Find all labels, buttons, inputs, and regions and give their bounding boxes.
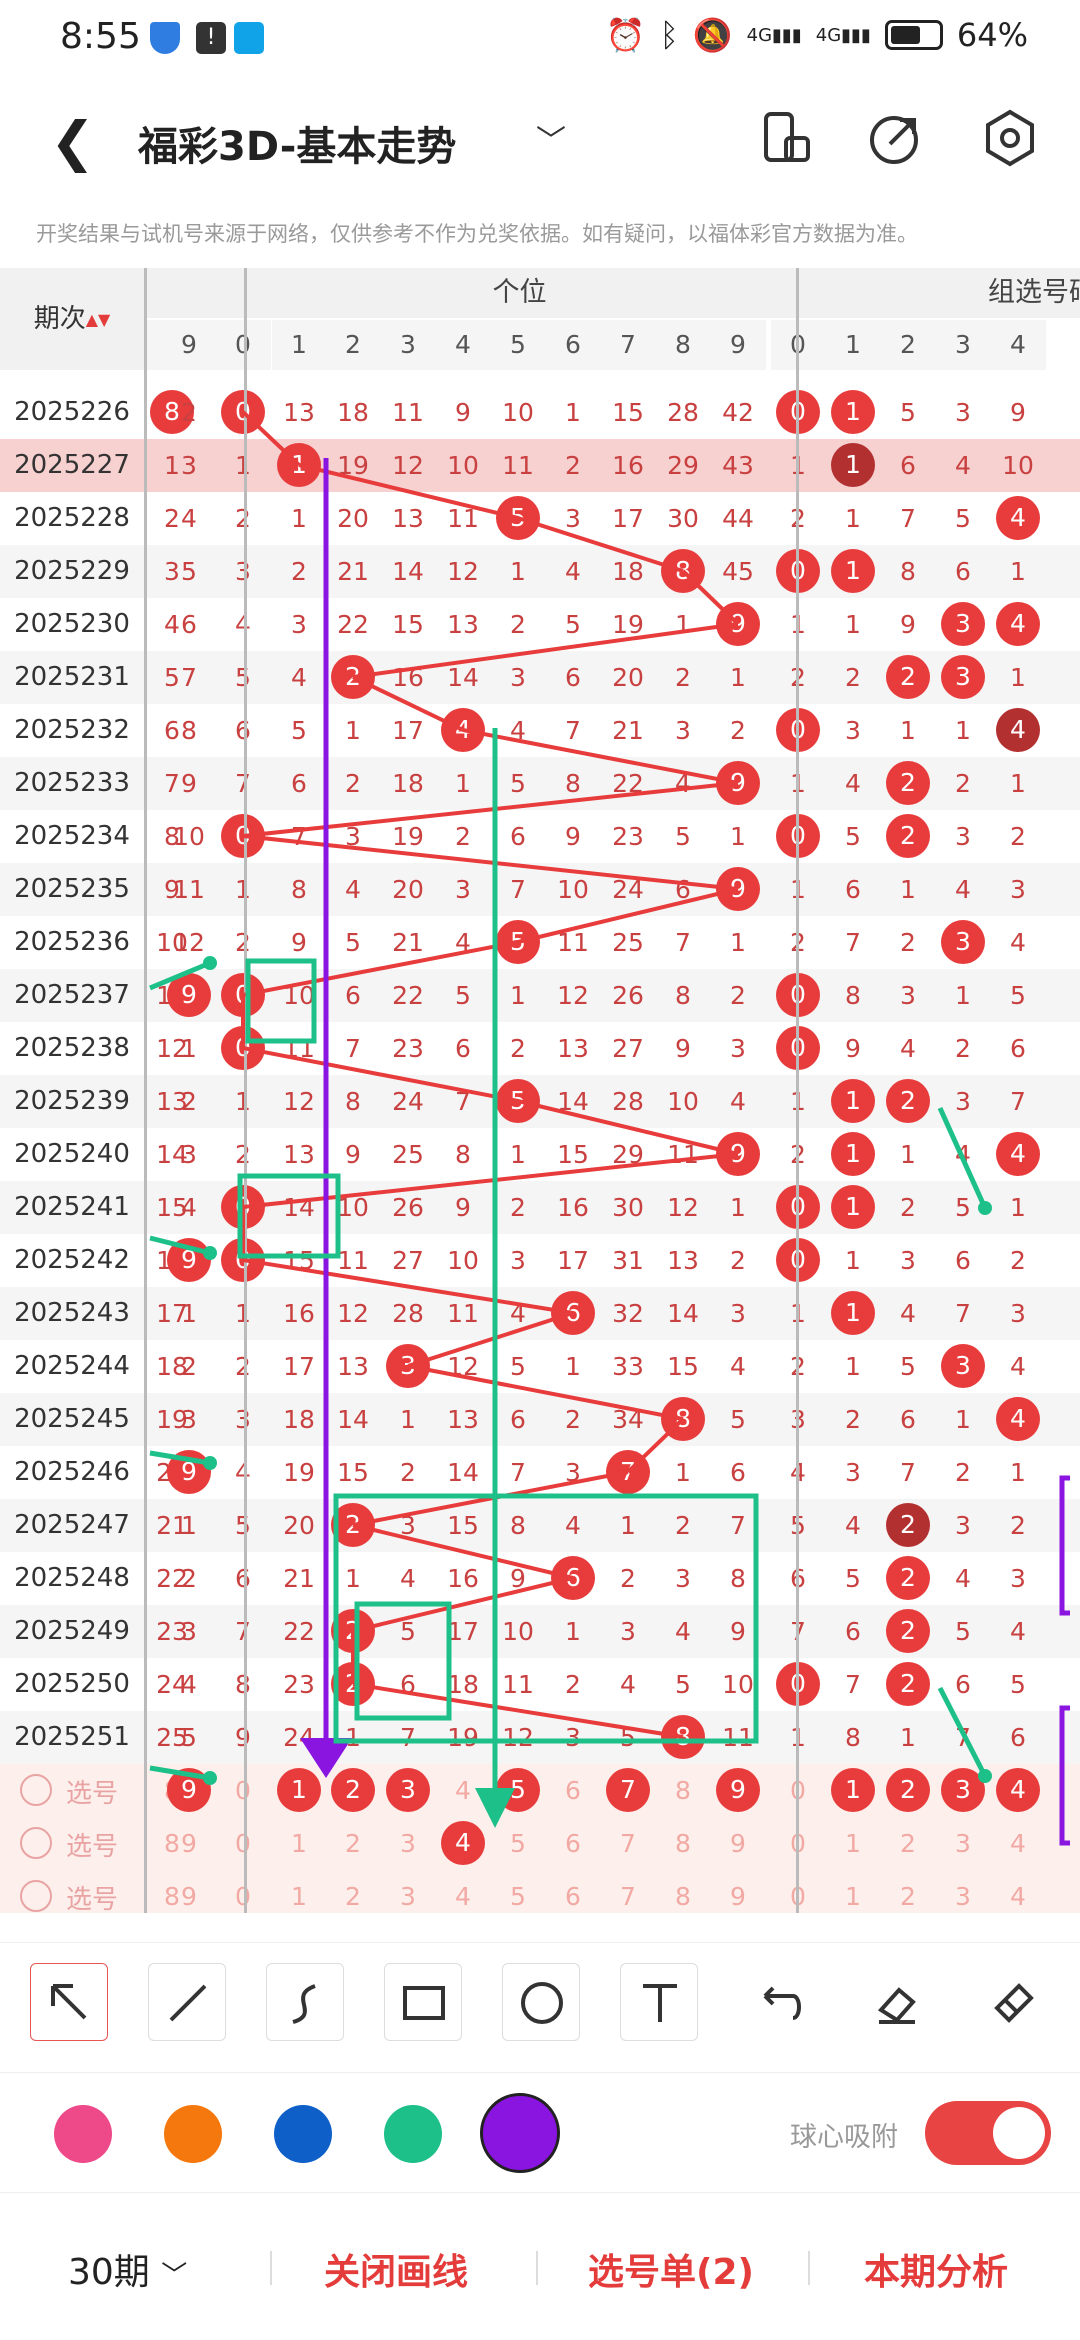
- color-blue[interactable]: [274, 2105, 332, 2163]
- disclaimer-text: 开奖结果与试机号来源于网络，仅供参考不作为兑奖依据。如有疑问，以福体彩官方数据为…: [36, 222, 918, 246]
- circle-tool[interactable]: [502, 1963, 580, 2041]
- text-tool[interactable]: [620, 1963, 698, 2041]
- undo-tool[interactable]: [738, 1963, 816, 2041]
- page-title: 福彩3D-基本走势: [138, 124, 457, 170]
- snap-toggle[interactable]: [925, 2101, 1051, 2165]
- trend-line: [352, 1682, 684, 1739]
- clear-tool[interactable]: [974, 1963, 1052, 2041]
- status-time: 8:55: [60, 16, 141, 57]
- annotation-arrow: [937, 1686, 988, 1778]
- color-green[interactable]: [384, 2105, 442, 2163]
- trend-line: [407, 1364, 684, 1421]
- eraser-tool[interactable]: [856, 1963, 934, 2041]
- annotation-arrowhead: [203, 1771, 217, 1785]
- color-palette: 球心吸附: [0, 2072, 1080, 2192]
- trend-table: 期次▲▼ 个位 组选号码 89012345678901234 202522682…: [0, 268, 1080, 1913]
- curve-tool[interactable]: [266, 1963, 344, 2041]
- annotation-bracket: [1059, 1475, 1070, 1616]
- signal-icon: 4G▮▮▮: [746, 24, 802, 46]
- trend-line: [681, 569, 740, 626]
- trend-line: [352, 622, 739, 679]
- annotation-arrowhead: [203, 1246, 217, 1260]
- chevron-down-icon: ﹀: [161, 2261, 188, 2291]
- rect-tool[interactable]: [384, 1963, 462, 2041]
- status-right: ⏰ ᛒ 🔕 4G▮▮▮ 4G▮▮▮ 64%: [606, 16, 1028, 54]
- chat-app-icon: [234, 22, 264, 54]
- color-purple[interactable]: [480, 2093, 560, 2173]
- snap-label: 球心吸附: [790, 2122, 898, 2153]
- color-pink[interactable]: [54, 2105, 112, 2163]
- share-icon[interactable]: [866, 108, 926, 168]
- annotation-arrow: [937, 1106, 988, 1210]
- purple-arrowhead: [300, 1738, 352, 1778]
- trend-line: [242, 1046, 519, 1103]
- shield-icon: [150, 22, 180, 54]
- annotation-arrowhead: [978, 1201, 992, 1215]
- trend-line: [352, 675, 464, 732]
- phone-rotate-icon[interactable]: [756, 108, 816, 168]
- trend-line: [242, 834, 739, 891]
- drawing-overlay[interactable]: [0, 268, 1080, 1913]
- trend-line: [352, 1523, 574, 1580]
- trend-line: [517, 887, 739, 944]
- trend-line: [626, 1417, 685, 1474]
- divider: [536, 2251, 538, 2285]
- trend-line: [517, 516, 684, 573]
- annotation-arrow: [149, 1450, 211, 1466]
- trend-line: [242, 1152, 739, 1209]
- annotation-arrowhead: [203, 1456, 217, 1470]
- nav-bar: ❮ 福彩3D-基本走势 ﹀: [0, 90, 1080, 190]
- divider: [270, 2251, 272, 2285]
- green-arrowhead: [475, 1788, 515, 1828]
- select-tool[interactable]: [30, 1963, 108, 2041]
- annotation-arrowhead: [203, 956, 217, 970]
- annotation-arrow: [149, 1765, 211, 1781]
- close-draw-button[interactable]: 关闭画线: [324, 2243, 468, 2295]
- period-select[interactable]: 30期 ﹀: [68, 2243, 187, 2295]
- divider: [808, 2251, 810, 2285]
- annotation-arrow: [149, 960, 211, 991]
- annotation-box: [354, 1601, 452, 1721]
- trend-line: [242, 781, 739, 838]
- drawing-toolbar: [0, 1942, 1080, 2072]
- line-tool[interactable]: [148, 1963, 226, 2041]
- annotation-arrowhead: [978, 1769, 992, 1783]
- analysis-button[interactable]: 本期分析: [864, 2243, 1008, 2295]
- annotation-box: [245, 958, 317, 1044]
- trend-line: [517, 1099, 739, 1156]
- trend-line: [407, 1311, 574, 1368]
- annotation-bracket: [1059, 1705, 1070, 1846]
- settings-icon[interactable]: [980, 108, 1040, 168]
- annotation-box: [237, 1173, 341, 1259]
- status-bar: 8:55 ! ⏰ ᛒ 🔕 4G▮▮▮ 4G▮▮▮ 64%: [0, 0, 1080, 80]
- trend-line: [242, 940, 519, 997]
- trend-line: [462, 728, 739, 785]
- battery-percent: 64%: [956, 16, 1028, 54]
- pick-list-button[interactable]: 选号单(2): [588, 2243, 754, 2295]
- alarm-icon: ⏰: [605, 16, 646, 54]
- battery-icon: [884, 20, 943, 50]
- bluetooth-icon: ᛒ: [659, 16, 679, 54]
- chevron-down-icon[interactable]: ﹀: [536, 116, 566, 160]
- color-orange[interactable]: [164, 2105, 222, 2163]
- mute-icon: 🔕: [692, 16, 733, 54]
- back-icon[interactable]: ❮: [50, 110, 95, 173]
- bottom-bar: 30期 ﹀ 关闭画线 选号单(2) 本期分析: [0, 2192, 1080, 2340]
- annotation-arrow: [149, 1235, 211, 1256]
- signal2-icon: 4G▮▮▮: [815, 24, 871, 46]
- trend-line: [242, 1258, 574, 1315]
- trend-line: [298, 463, 519, 520]
- alert-icon: !: [196, 22, 226, 54]
- trend-line: [241, 410, 301, 467]
